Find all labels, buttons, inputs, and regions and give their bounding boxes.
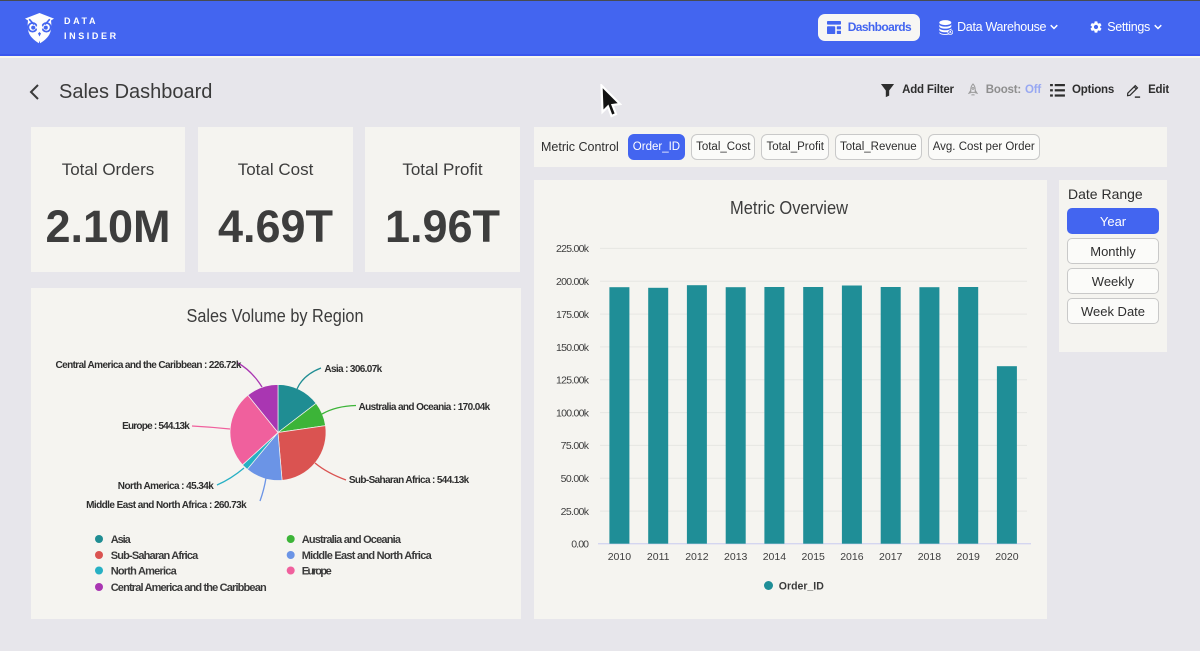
svg-text:North America: North America <box>111 566 178 578</box>
svg-text:Sales Volume by Region: Sales Volume by Region <box>187 306 364 326</box>
svg-text:Sub-Saharan Africa : 544.13k: Sub-Saharan Africa : 544.13k <box>349 475 470 486</box>
svg-text:Asia : 306.07k: Asia : 306.07k <box>324 364 382 375</box>
svg-text:2013: 2013 <box>724 551 748 563</box>
svg-text:200.00k: 200.00k <box>556 276 590 288</box>
svg-text:Middle East and North Africa: Middle East and North Africa <box>302 550 433 562</box>
svg-text:100.00k: 100.00k <box>556 408 590 420</box>
svg-text:0.00: 0.00 <box>571 539 589 551</box>
svg-text:25.00k: 25.00k <box>561 506 590 518</box>
svg-text:Europe: Europe <box>302 566 332 578</box>
svg-text:Order_ID: Order_ID <box>779 581 824 593</box>
svg-text:2016: 2016 <box>840 551 864 563</box>
svg-text:Central America and the Caribb: Central America and the Caribbean <box>111 582 267 594</box>
svg-text:Europe : 544.13k: Europe : 544.13k <box>122 421 190 432</box>
svg-text:175.00k: 175.00k <box>556 309 590 321</box>
svg-text:Asia: Asia <box>111 534 132 546</box>
svg-text:2020: 2020 <box>995 551 1019 563</box>
svg-text:50.00k: 50.00k <box>561 473 590 485</box>
svg-text:2012: 2012 <box>685 551 709 563</box>
svg-text:Australia and Oceania : 170.04: Australia and Oceania : 170.04k <box>359 402 491 413</box>
svg-text:125.00k: 125.00k <box>556 375 590 387</box>
svg-text:Sub-Saharan Africa: Sub-Saharan Africa <box>111 550 199 562</box>
svg-text:Australia and Oceania: Australia and Oceania <box>302 534 402 546</box>
svg-text:Central America and the Caribb: Central America and the Caribbean : 226.… <box>56 360 242 371</box>
svg-text:2014: 2014 <box>763 551 787 563</box>
svg-text:75.00k: 75.00k <box>561 440 590 452</box>
svg-text:2010: 2010 <box>608 551 632 563</box>
svg-text:Metric Overview: Metric Overview <box>730 198 849 218</box>
svg-text:North America : 45.34k: North America : 45.34k <box>118 481 214 492</box>
svg-text:Middle East and North Africa :: Middle East and North Africa : 260.73k <box>86 500 247 511</box>
svg-text:2019: 2019 <box>957 551 981 563</box>
svg-text:2011: 2011 <box>647 551 670 563</box>
svg-text:2015: 2015 <box>802 551 826 563</box>
svg-text:2017: 2017 <box>879 551 903 563</box>
svg-text:150.00k: 150.00k <box>556 342 590 354</box>
svg-text:225.00k: 225.00k <box>556 243 590 255</box>
svg-text:2018: 2018 <box>918 551 942 563</box>
